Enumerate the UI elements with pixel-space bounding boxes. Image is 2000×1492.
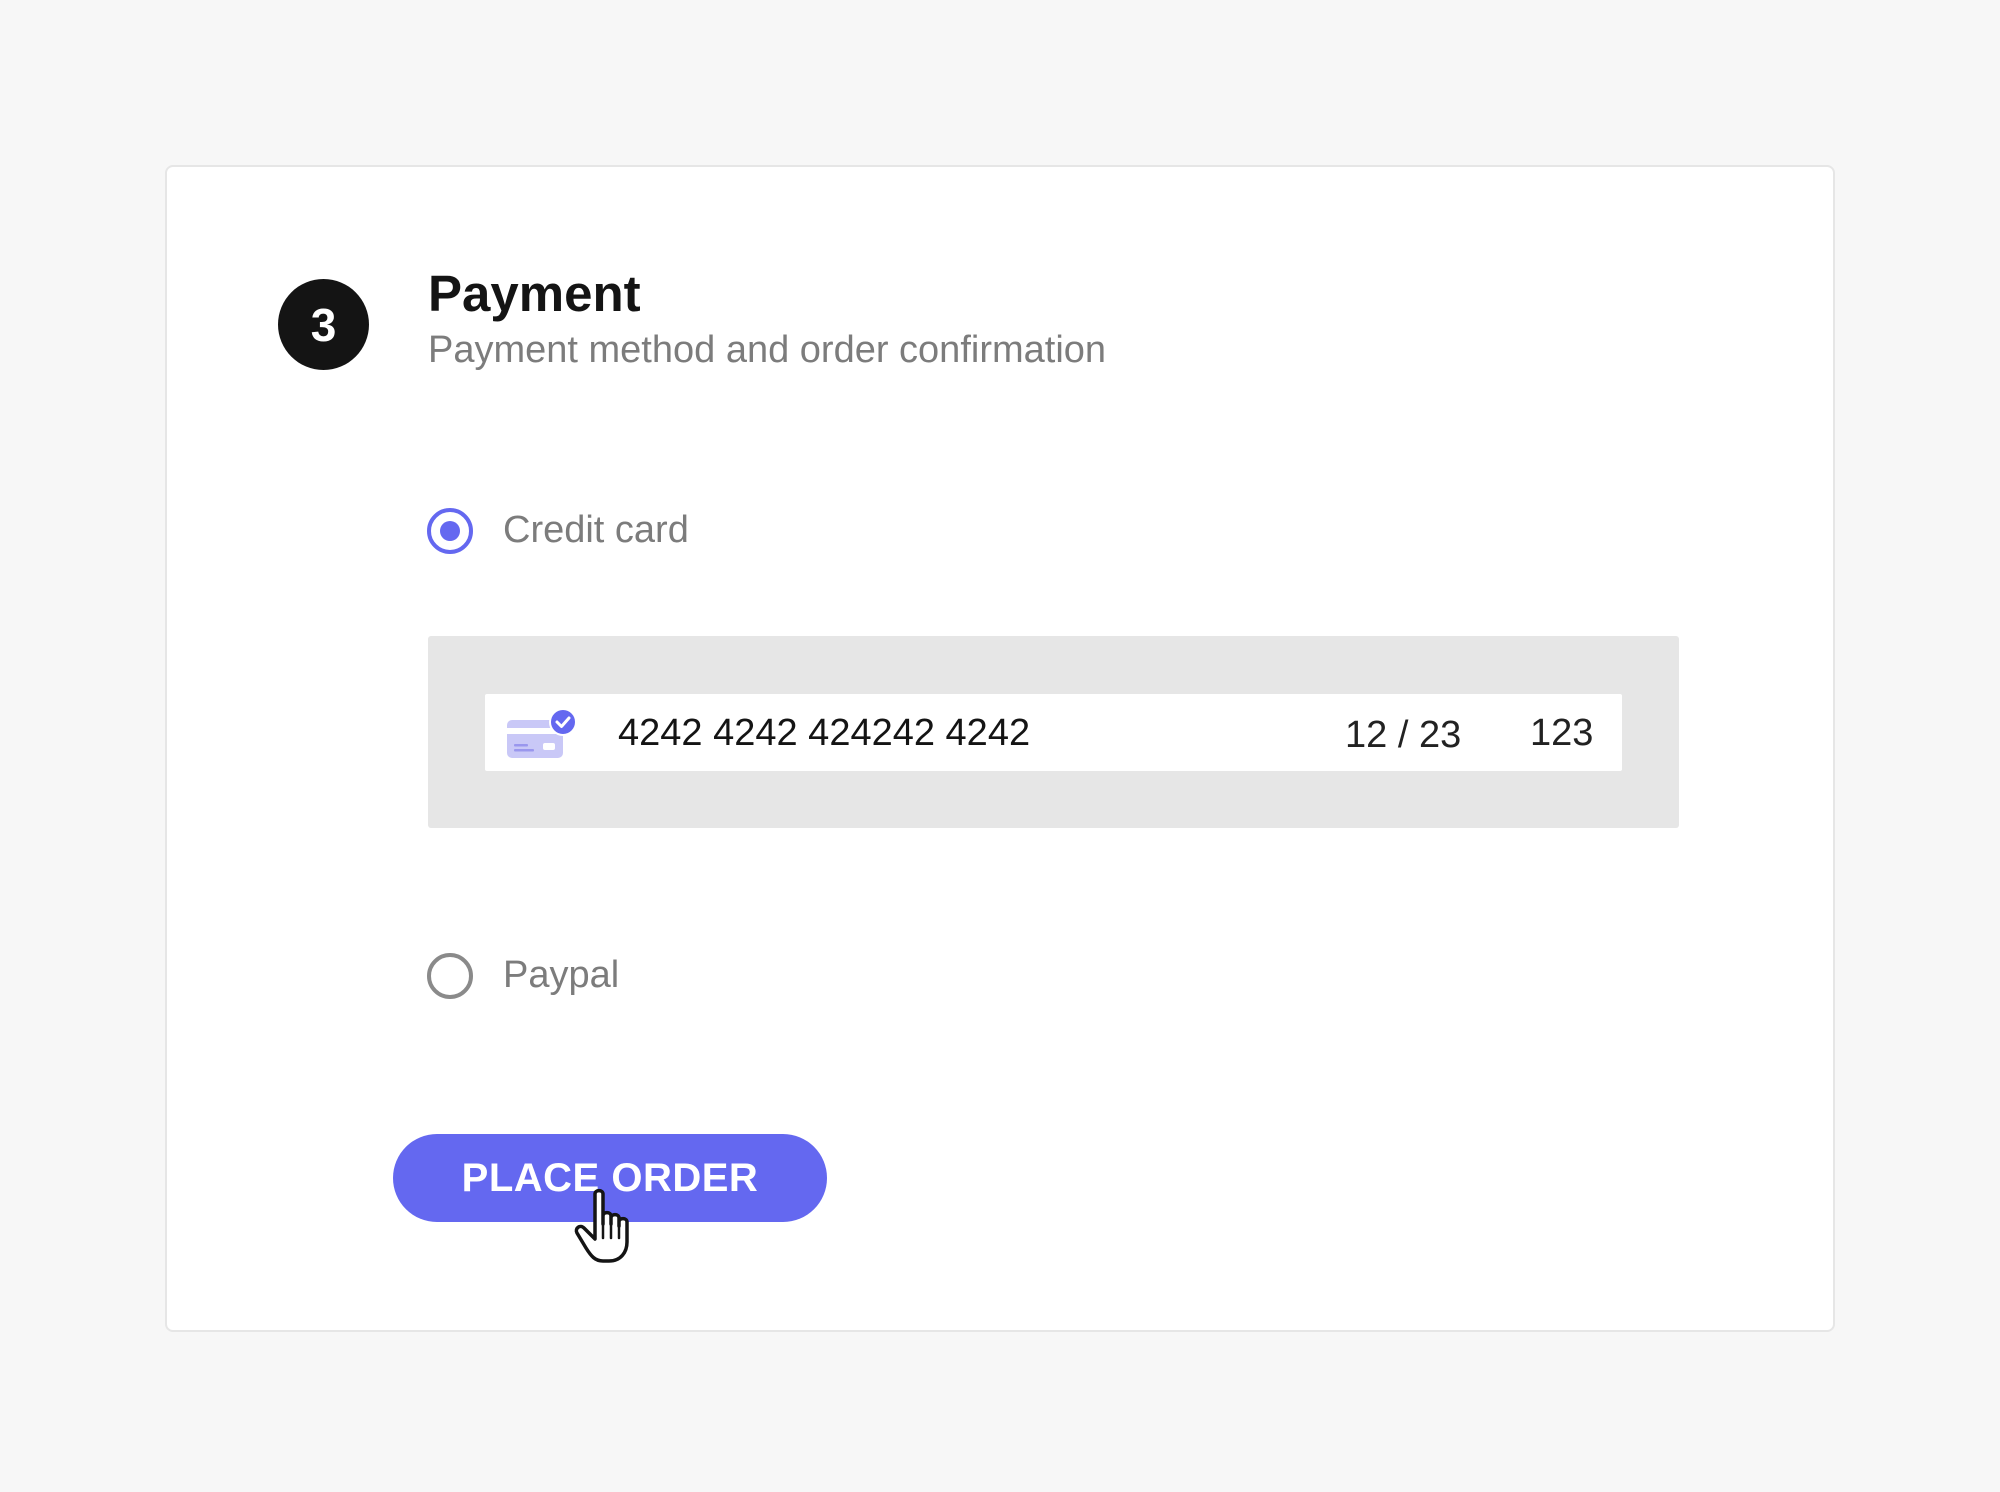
- step-number: 3: [310, 298, 337, 351]
- section-title: Payment: [428, 265, 641, 322]
- credit-card-label[interactable]: Credit card: [503, 507, 689, 553]
- paypal-radio[interactable]: [427, 953, 473, 999]
- credit-card-radio[interactable]: [427, 508, 473, 554]
- card-expiry-field[interactable]: 12 / 23: [1345, 712, 1461, 758]
- step-number-badge: 3: [278, 279, 369, 370]
- card-cvc-field[interactable]: 123: [1530, 710, 1593, 756]
- section-subtitle: Payment method and order confirmation: [428, 329, 1107, 371]
- paypal-label[interactable]: Paypal: [503, 952, 619, 998]
- credit-card-check-icon: [507, 708, 577, 758]
- place-order-button[interactable]: PLACE ORDER: [393, 1134, 827, 1222]
- radio-selected-dot: [440, 521, 460, 541]
- card-number-field[interactable]: 4242 4242 424242 4242: [618, 710, 1030, 756]
- card-details-input[interactable]: 4242 4242 424242 4242 12 / 23 123: [485, 694, 1622, 771]
